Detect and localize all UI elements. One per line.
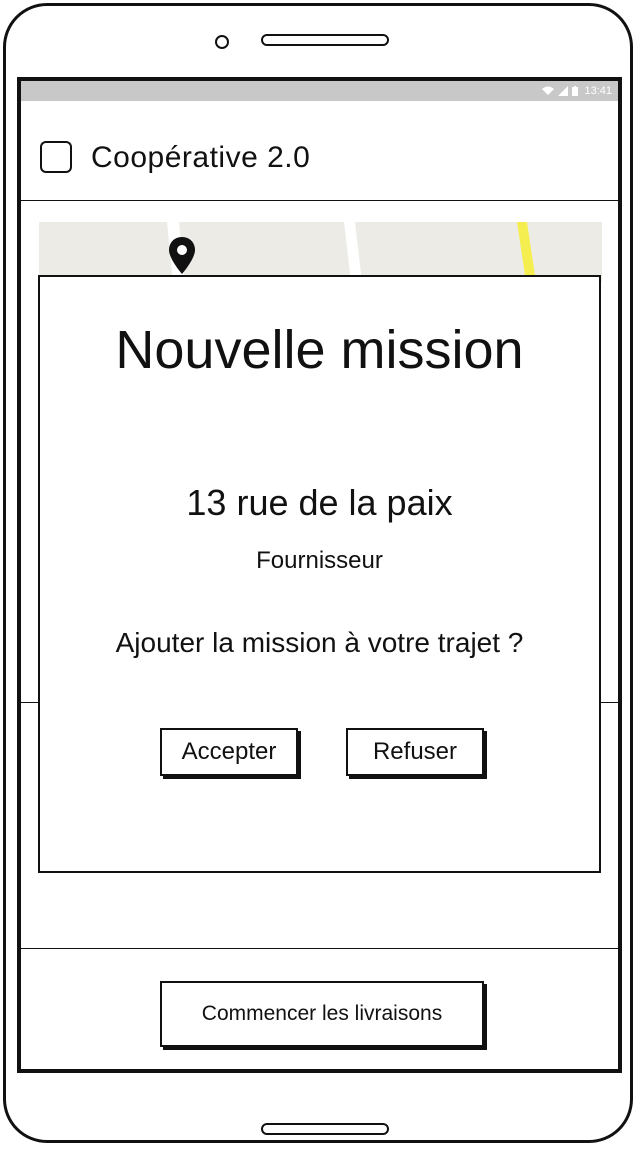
footer: Commencer les livraisons xyxy=(21,948,618,1069)
app-checkbox-icon[interactable] xyxy=(40,141,72,173)
map-view[interactable] xyxy=(39,222,602,282)
status-bar: 13:41 xyxy=(21,81,618,101)
status-time: 13:41 xyxy=(584,85,612,97)
map-roads xyxy=(167,222,536,282)
home-button[interactable] xyxy=(261,1123,389,1135)
app-title: Coopérative 2.0 xyxy=(91,141,311,174)
mission-address: 13 rue de la paix xyxy=(186,482,453,523)
start-deliveries-button[interactable]: Commencer les livraisons xyxy=(160,981,484,1047)
signal-icon xyxy=(558,86,569,96)
accept-button[interactable]: Accepter xyxy=(160,728,298,776)
camera-icon xyxy=(215,35,229,49)
map-pin-icon xyxy=(169,237,195,274)
app-bar: Coopérative 2.0 xyxy=(21,101,618,201)
battery-icon xyxy=(572,86,579,96)
dialog-question: Ajouter la mission à votre trajet ? xyxy=(115,627,524,658)
wifi-icon xyxy=(542,86,555,95)
refuse-button[interactable]: Refuser xyxy=(346,728,484,776)
status-icons xyxy=(542,86,579,96)
new-mission-dialog: Nouvelle mission 13 rue de la paix Fourn… xyxy=(38,275,601,873)
dialog-title: Nouvelle mission xyxy=(115,320,524,380)
speaker-grille xyxy=(261,34,389,46)
mission-role: Fournisseur xyxy=(256,547,383,574)
